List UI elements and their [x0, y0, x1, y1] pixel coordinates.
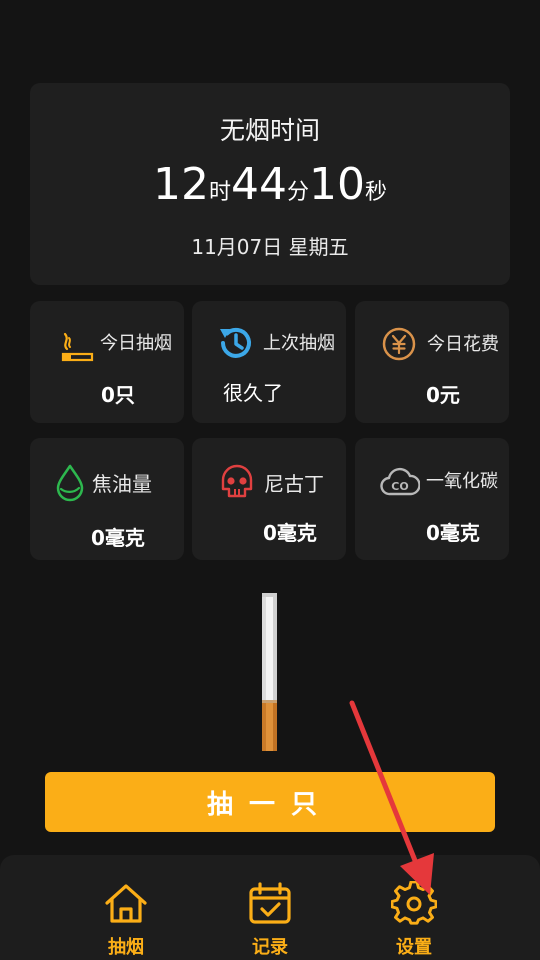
stat-value: 0毫克	[426, 521, 480, 545]
stat-card-today-cost: 今日花费 0元	[355, 301, 509, 423]
bottom-nav: 抽烟 记录 设置	[0, 855, 540, 960]
svg-text:CO: CO	[391, 480, 408, 493]
stat-value: 0毫克	[91, 526, 145, 550]
stat-label: 上次抽烟	[263, 333, 335, 354]
co-cloud-icon: CO	[380, 467, 420, 496]
nav-label: 记录	[252, 937, 288, 958]
timer-seconds: 10	[309, 159, 365, 210]
stat-label: 今日抽烟	[100, 333, 172, 354]
home-icon	[105, 884, 147, 923]
nav-item-records[interactable]: 记录	[240, 881, 300, 958]
stat-card-today-smoked: 今日抽烟 0只	[30, 301, 184, 423]
timer-seconds-unit: 秒	[365, 180, 388, 205]
stat-label: 焦油量	[92, 472, 152, 496]
stat-card-last-smoked: 上次抽烟 很久了	[192, 301, 346, 423]
stat-value: 0毫克	[263, 521, 317, 545]
nav-item-settings[interactable]: 设置	[384, 881, 444, 958]
gear-icon	[391, 881, 437, 925]
cigarette-icon	[61, 332, 94, 362]
nav-label: 抽烟	[108, 937, 144, 958]
calendar-check-icon	[249, 882, 291, 924]
stat-card-nicotine: 尼古丁 0毫克	[192, 438, 346, 560]
stat-card-carbon-monoxide: CO 一氧化碳 0毫克	[355, 438, 509, 560]
nav-item-smoke[interactable]: 抽烟	[96, 881, 156, 958]
timer-minutes: 44	[230, 159, 287, 210]
timer-value: 12时44分10秒	[30, 159, 510, 210]
skull-icon	[221, 464, 253, 498]
timer-date: 11月07日 星期五	[191, 235, 349, 259]
stat-label: 尼古丁	[264, 472, 324, 496]
stat-label: 一氧化碳	[426, 471, 498, 492]
history-icon	[220, 327, 251, 358]
smoke-free-timer-card: 无烟时间 12时44分10秒 11月07日 星期五	[30, 83, 510, 285]
stat-label: 今日花费	[427, 334, 499, 355]
nav-label: 设置	[396, 937, 432, 958]
timer-title: 无烟时间	[219, 116, 320, 145]
droplet-icon	[56, 464, 84, 502]
stat-value: 0元	[426, 383, 460, 407]
yuan-coin-icon	[382, 327, 416, 361]
stat-value: 0只	[101, 383, 135, 407]
cigarette-illustration	[262, 593, 277, 751]
stat-card-tar: 焦油量 0毫克	[30, 438, 184, 560]
timer-hours-unit: 时	[208, 180, 231, 205]
stat-value: 很久了	[223, 381, 283, 405]
timer-minutes-unit: 分	[286, 180, 309, 205]
smoke-one-button[interactable]: 抽一只	[45, 772, 495, 832]
timer-hours: 12	[152, 159, 209, 210]
